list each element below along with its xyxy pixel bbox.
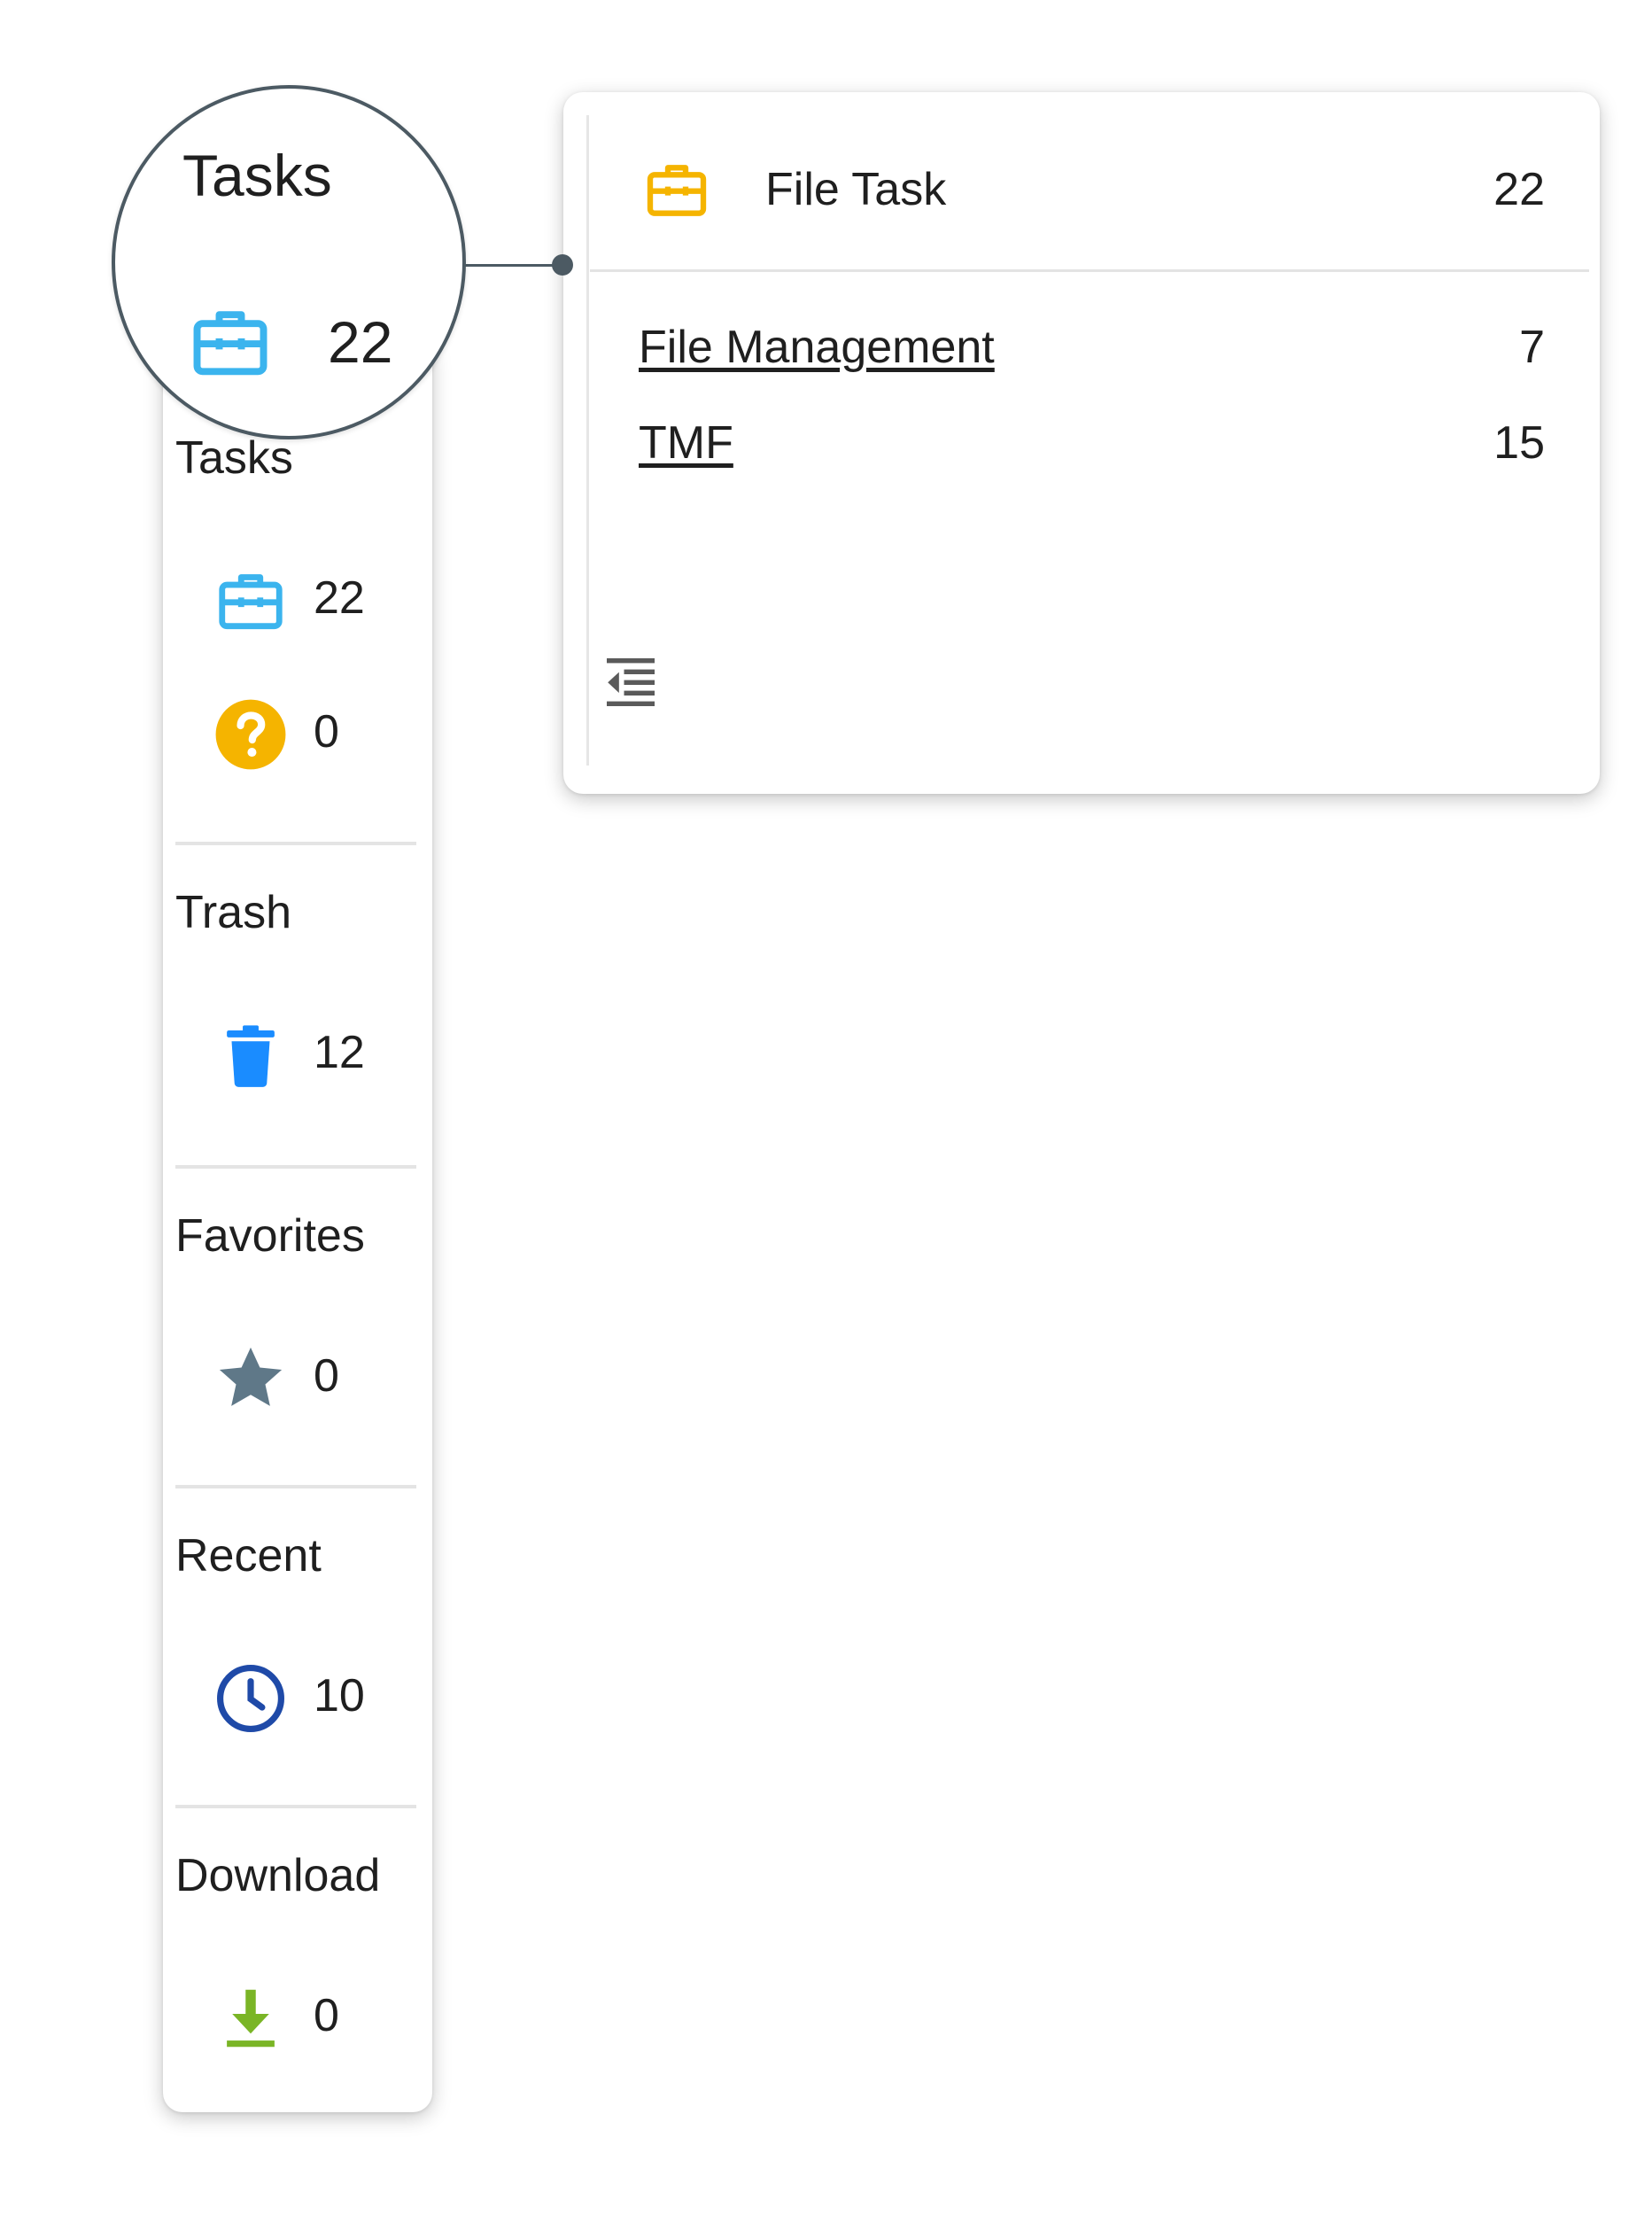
section-divider (175, 1165, 416, 1169)
sidebar-item-file-tasks[interactable]: 22 (175, 559, 415, 644)
section-title-recent: Recent (175, 1530, 322, 1582)
section-divider (175, 1485, 416, 1488)
sidebar-item-download[interactable]: 0 (175, 1977, 415, 2062)
question-icon (213, 696, 289, 773)
callout-connector-dot (552, 254, 573, 276)
popup-header-title: File Task (765, 164, 947, 215)
section-divider (175, 842, 416, 845)
collapse-list-icon (599, 650, 663, 714)
file-management-count: 7 (1519, 322, 1545, 373)
tmf-link[interactable]: TMF (639, 416, 733, 470)
file-management-link[interactable]: File Management (639, 321, 995, 374)
briefcase-icon (213, 563, 289, 639)
sidebar-item-trash[interactable]: 12 (175, 1014, 415, 1099)
favorites-count: 0 (314, 1350, 339, 1402)
star-icon (213, 1341, 289, 1417)
trash-count: 12 (314, 1027, 365, 1078)
magnifier-callout: Tasks 22 (112, 85, 466, 439)
download-count: 0 (314, 1990, 339, 2041)
task-breakdown-popup: File Task 22 File Management 7 TMF 15 (563, 92, 1600, 794)
collapse-list-button[interactable] (599, 650, 663, 714)
recent-count: 10 (314, 1670, 365, 1721)
popup-divider (590, 269, 1589, 272)
section-title-download: Download (175, 1850, 381, 1901)
download-icon (213, 1980, 289, 2056)
popup-header-count: 22 (1493, 164, 1545, 215)
trash-icon (213, 1017, 289, 1093)
sidebar-item-favorites[interactable]: 0 (175, 1337, 415, 1422)
tmf-count: 15 (1493, 417, 1545, 469)
section-divider (175, 1805, 416, 1808)
section-title-trash: Trash (175, 887, 291, 938)
sidebar-panel: Tasks 22 0 Trash 12 Favorites 0 Recent 1… (163, 337, 432, 2112)
briefcase-icon (186, 298, 275, 386)
unknown-tasks-count: 0 (314, 706, 339, 758)
section-title-tasks: Tasks (175, 432, 293, 484)
callout-connector (462, 264, 563, 267)
popup-rail (586, 115, 589, 766)
sidebar-item-unknown-tasks[interactable]: 0 (175, 693, 415, 778)
clock-icon (213, 1660, 289, 1737)
magnifier-count: 22 (328, 309, 393, 375)
sidebar-item-recent[interactable]: 10 (175, 1657, 415, 1742)
section-title-favorites: Favorites (175, 1210, 365, 1262)
file-tasks-count: 22 (314, 572, 365, 624)
briefcase-icon (641, 154, 712, 225)
magnifier-title: Tasks (182, 143, 332, 208)
